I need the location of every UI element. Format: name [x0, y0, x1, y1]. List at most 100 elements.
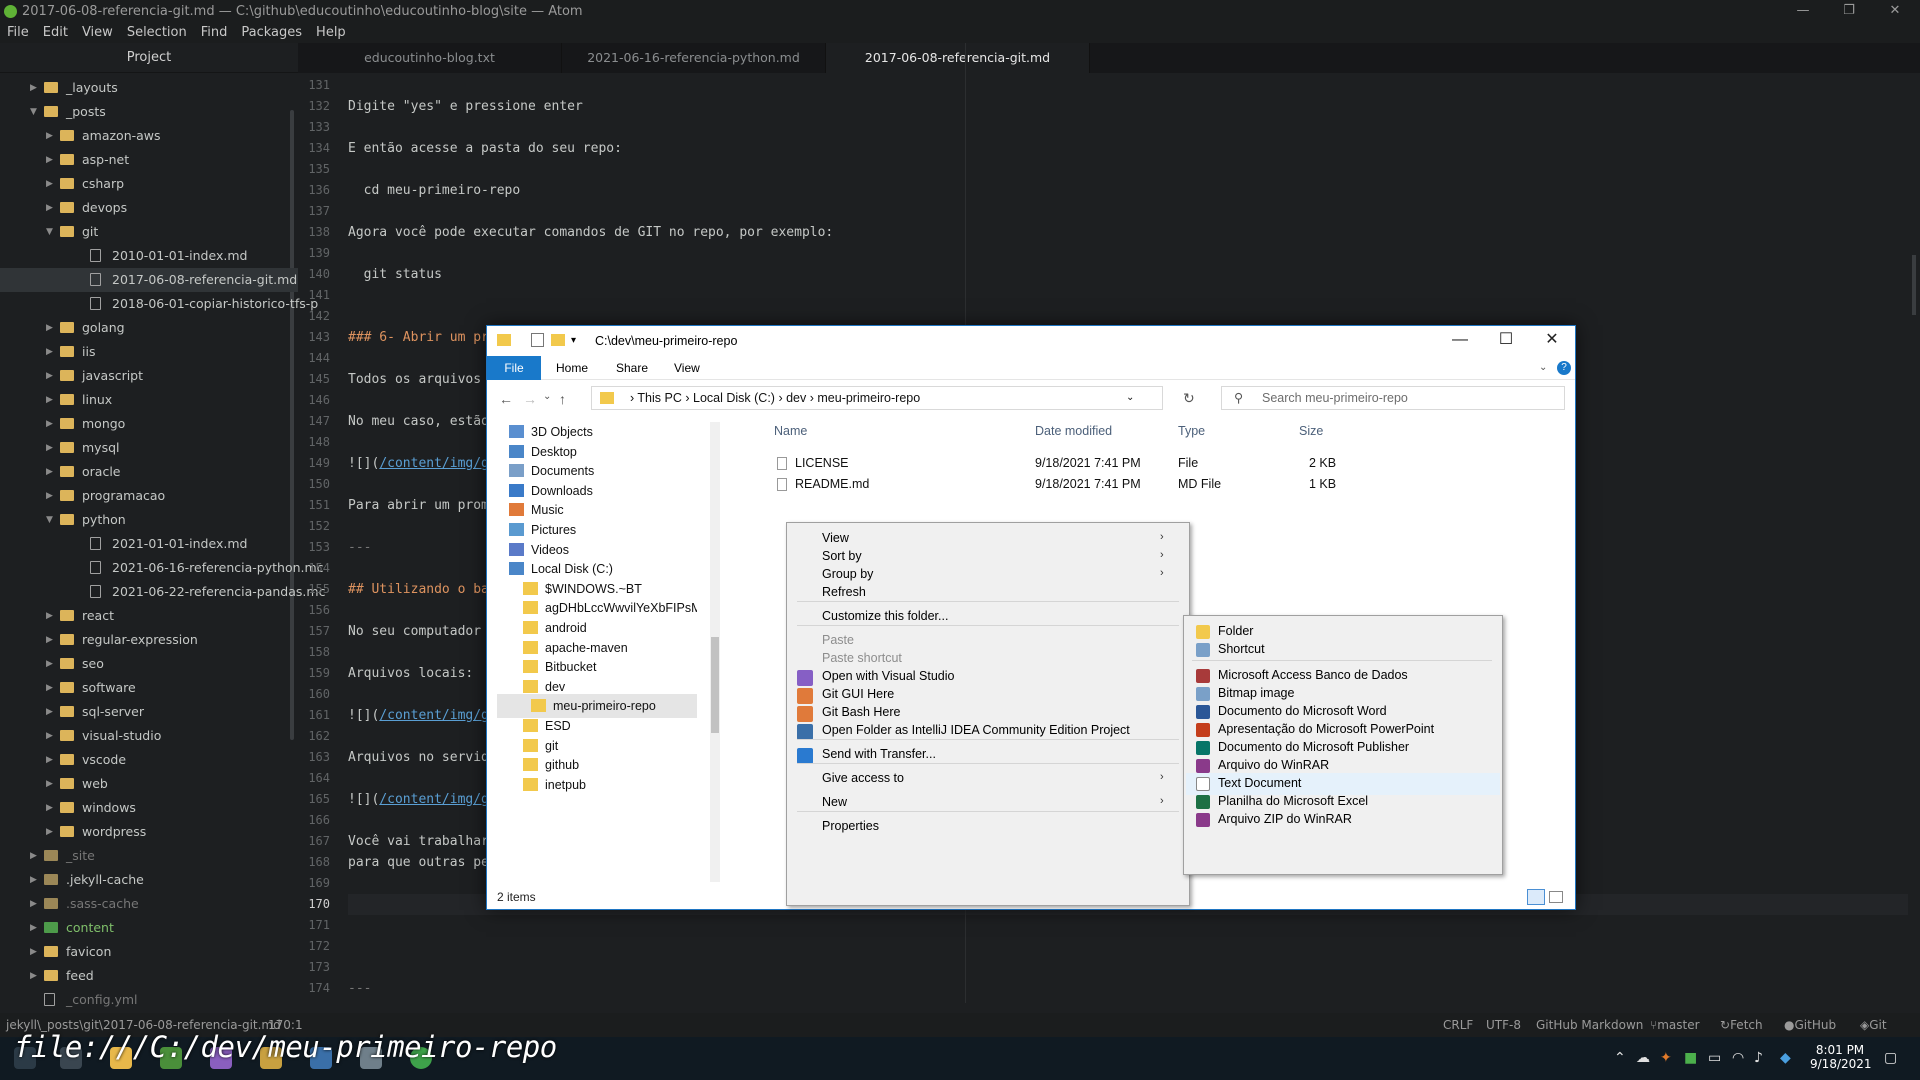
tree-item[interactable]: ▶ _site: [0, 844, 298, 868]
tray-chevron-icon[interactable]: ⌃: [1614, 1050, 1626, 1066]
context-menu-item[interactable]: Sort by ›: [822, 549, 1164, 563]
chevron-right-icon[interactable]: ▶: [46, 364, 53, 388]
menu-view[interactable]: View: [75, 23, 120, 42]
tree-item[interactable]: ▶ seo: [0, 652, 298, 676]
chevron-down-icon[interactable]: ▼: [30, 100, 37, 124]
chevron-right-icon[interactable]: ▶: [46, 148, 53, 172]
chevron-right-icon[interactable]: ▶: [46, 196, 53, 220]
wifi-icon[interactable]: ◠: [1732, 1050, 1744, 1066]
tree-item[interactable]: ▶ _layouts: [0, 76, 298, 100]
menu-find[interactable]: Find: [194, 23, 235, 42]
dropbox-icon[interactable]: ◆: [1780, 1050, 1791, 1066]
chevron-right-icon[interactable]: ▶: [46, 796, 53, 820]
tree-item[interactable]: ▶ windows: [0, 796, 298, 820]
context-menu-item[interactable]: Send with Transfer...: [822, 747, 936, 761]
context-menu-item[interactable]: Customize this folder...: [822, 609, 948, 623]
context-menu-item[interactable]: Open Folder as IntelliJ IDEA Community E…: [822, 723, 1130, 737]
tree-item[interactable]: ▶ devops: [0, 196, 298, 220]
status-branch[interactable]: ⑂ master: [1650, 1013, 1700, 1037]
back-arrow-icon[interactable]: ←: [499, 391, 513, 407]
tree-item[interactable]: 2021-06-16-referencia-python.mc: [0, 556, 324, 580]
tree-item[interactable]: ▶ linux: [0, 388, 298, 412]
chevron-down-icon[interactable]: ▼: [46, 508, 53, 532]
menu-packages[interactable]: Packages: [234, 23, 309, 42]
chevron-right-icon[interactable]: ▶: [46, 484, 53, 508]
chevron-right-icon[interactable]: ▶: [46, 124, 53, 148]
search-input[interactable]: ⚲ Search meu-primeiro-repo: [1221, 386, 1565, 410]
tree-item[interactable]: ▶ programacao: [0, 484, 298, 508]
new-submenu-item[interactable]: Text Document: [1218, 776, 1301, 790]
new-folder-icon[interactable]: [551, 334, 565, 346]
nav-item[interactable]: inetpub: [523, 773, 586, 797]
minimize-button[interactable]: —: [1780, 0, 1826, 23]
tree-item[interactable]: ▶ golang: [0, 316, 298, 340]
chevron-right-icon[interactable]: ▶: [46, 412, 53, 436]
chevron-right-icon[interactable]: ▶: [30, 868, 37, 892]
tree-item[interactable]: ▶ web: [0, 772, 298, 796]
tab-educoutinho-blog[interactable]: educoutinho-blog.txt: [298, 43, 562, 73]
address-dropdown-icon[interactable]: ⌄: [1126, 387, 1134, 409]
menu-selection[interactable]: Selection: [120, 23, 194, 42]
tree-item[interactable]: ▼ _posts: [0, 100, 298, 124]
tab-referencia-python[interactable]: 2021-06-16-referencia-python.md: [562, 43, 826, 73]
new-submenu-item[interactable]: Bitmap image: [1218, 686, 1294, 700]
tree-item[interactable]: ▶ amazon-aws: [0, 124, 298, 148]
chevron-right-icon[interactable]: ▶: [46, 460, 53, 484]
chevron-right-icon[interactable]: ▶: [46, 388, 53, 412]
context-menu-item[interactable]: Paste: [822, 633, 854, 647]
address-bar[interactable]: › This PC › Local Disk (C:) › dev › meu-…: [591, 386, 1163, 410]
ribbon-expand-icon[interactable]: ⌄: [1539, 356, 1547, 380]
battery-icon[interactable]: ▭: [1708, 1050, 1721, 1066]
status-fetch[interactable]: ↻ Fetch: [1720, 1013, 1763, 1037]
status-line-ending[interactable]: CRLF: [1443, 1013, 1473, 1037]
new-submenu-item[interactable]: Documento do Microsoft Publisher: [1218, 740, 1409, 754]
ribbon-view-tab[interactable]: View: [674, 356, 700, 380]
context-menu-item[interactable]: Paste shortcut: [822, 651, 902, 665]
chevron-right-icon[interactable]: ▶: [46, 724, 53, 748]
new-submenu-item[interactable]: Microsoft Access Banco de Dados: [1218, 668, 1408, 682]
tray-app-icon[interactable]: ■: [1684, 1050, 1697, 1066]
editor-scrollbar[interactable]: [1912, 255, 1916, 315]
breadcrumb-dev[interactable]: dev: [786, 391, 806, 405]
tree-item[interactable]: ▶ iis: [0, 340, 298, 364]
context-menu-item[interactable]: View ›: [822, 531, 1164, 545]
context-menu-item[interactable]: Give access to ›: [822, 771, 1164, 785]
details-view-icon[interactable]: [1527, 889, 1545, 905]
context-menu-item[interactable]: Properties: [822, 819, 879, 833]
chevron-right-icon[interactable]: ▶: [30, 916, 37, 940]
chevron-right-icon[interactable]: ▶: [30, 964, 37, 988]
chevron-right-icon[interactable]: ▶: [46, 700, 53, 724]
tree-item[interactable]: ▶ visual-studio: [0, 724, 298, 748]
tree-item[interactable]: ▶ regular-expression: [0, 628, 298, 652]
new-submenu-item[interactable]: Shortcut: [1218, 642, 1265, 656]
tab-referencia-git[interactable]: 2017-06-08-referencia-git.md: [826, 43, 1090, 73]
explorer-close-button[interactable]: ✕: [1529, 326, 1575, 356]
chevron-right-icon[interactable]: ▶: [46, 652, 53, 676]
chevron-right-icon[interactable]: ▶: [46, 340, 53, 364]
tree-item[interactable]: ▶ software: [0, 676, 298, 700]
chevron-right-icon[interactable]: ▶: [30, 940, 37, 964]
column-date-modified[interactable]: Date modified: [1035, 424, 1112, 438]
recent-locations-icon[interactable]: ⌄: [543, 391, 551, 402]
explorer-maximize-button[interactable]: ☐: [1483, 326, 1529, 356]
tree-item[interactable]: ▶ vscode: [0, 748, 298, 772]
chevron-right-icon[interactable]: ▶: [46, 436, 53, 460]
large-icons-view-icon[interactable]: [1549, 891, 1563, 903]
chevron-right-icon[interactable]: ▶: [46, 628, 53, 652]
tree-item[interactable]: ▶ react: [0, 604, 298, 628]
explorer-minimize-button[interactable]: —: [1437, 326, 1483, 356]
new-submenu-item[interactable]: Planilha do Microsoft Excel: [1218, 794, 1368, 808]
chevron-right-icon[interactable]: ▶: [30, 844, 37, 868]
tree-item[interactable]: ▶ favicon: [0, 940, 298, 964]
breadcrumb-this-pc[interactable]: This PC: [637, 391, 681, 405]
tree-item[interactable]: 2010-01-01-index.md: [0, 244, 298, 268]
clock[interactable]: 8:01 PM 9/18/2021: [1810, 1043, 1872, 1071]
tree-item[interactable]: ▶ content: [0, 916, 298, 940]
onedrive-icon[interactable]: ☁: [1636, 1050, 1650, 1066]
column-size[interactable]: Size: [1299, 424, 1323, 438]
tree-item[interactable]: ▼ git: [0, 220, 298, 244]
status-github[interactable]: ● GitHub: [1784, 1013, 1836, 1037]
chevron-right-icon[interactable]: ▶: [30, 892, 37, 916]
status-git[interactable]: ◈ Git (3): [1860, 1013, 1887, 1056]
tree-item[interactable]: ▶ wordpress: [0, 820, 298, 844]
